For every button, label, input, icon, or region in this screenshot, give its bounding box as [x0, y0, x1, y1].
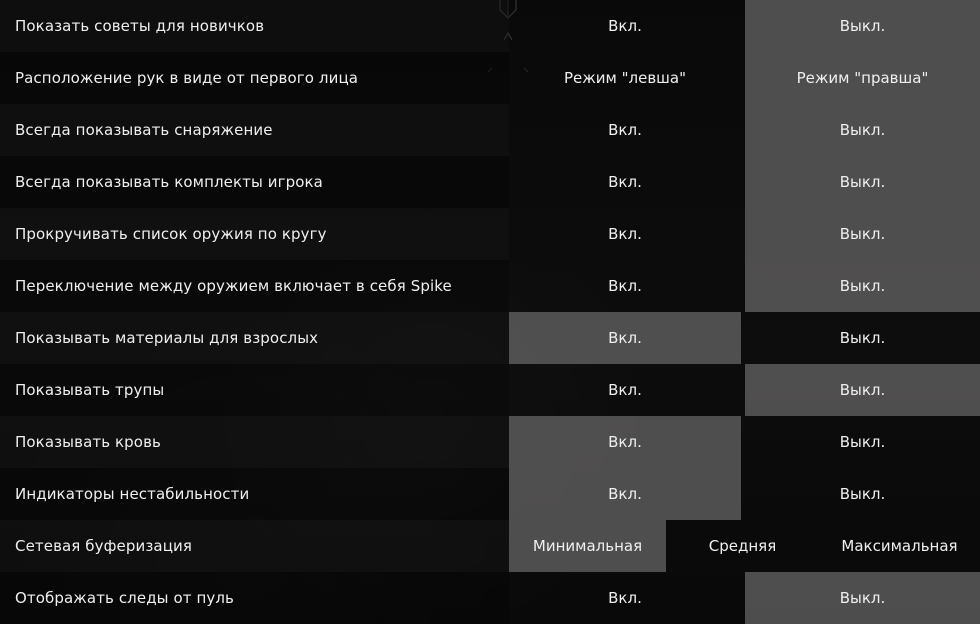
setting-label: Показывать трупы — [0, 364, 509, 416]
option-on-button[interactable]: Вкл. — [509, 364, 741, 416]
option-off-button[interactable]: Выкл. — [745, 260, 980, 312]
setting-row-newbie-tips: Показать советы для новичков Вкл. Выкл. — [0, 0, 980, 52]
setting-row-show-corpses: Показывать трупы Вкл. Выкл. — [0, 364, 980, 416]
option-off-button[interactable]: Выкл. — [745, 0, 980, 52]
option-off-button[interactable]: Выкл. — [745, 572, 980, 624]
setting-row-cycle-weapons: Прокручивать список оружия по кругу Вкл.… — [0, 208, 980, 260]
option-on-button[interactable]: Вкл. — [509, 260, 741, 312]
setting-label: Переключение между оружием включает в се… — [0, 260, 509, 312]
option-off-button[interactable]: Выкл. — [745, 104, 980, 156]
setting-label: Всегда показывать снаряжение — [0, 104, 509, 156]
option-on-button[interactable]: Вкл. — [509, 468, 741, 520]
option-minimal-button[interactable]: Минимальная — [509, 520, 666, 572]
option-maximal-button[interactable]: Максимальная — [819, 520, 980, 572]
option-on-button[interactable]: Вкл. — [509, 208, 741, 260]
option-off-button[interactable]: Выкл. — [745, 156, 980, 208]
setting-label: Всегда показывать комплекты игрока — [0, 156, 509, 208]
setting-label: Прокручивать список оружия по кругу — [0, 208, 509, 260]
setting-row-network-buffering: Сетевая буферизация Минимальная Средняя … — [0, 520, 980, 572]
setting-label: Показать советы для новичков — [0, 0, 509, 52]
option-on-button[interactable]: Вкл. — [509, 572, 741, 624]
option-off-button[interactable]: Выкл. — [745, 416, 980, 468]
settings-list: Показать советы для новичков Вкл. Выкл. … — [0, 0, 980, 624]
setting-label: Индикаторы нестабильности — [0, 468, 509, 520]
setting-row-show-player-loadouts: Всегда показывать комплекты игрока Вкл. … — [0, 156, 980, 208]
setting-row-mature-content: Показывать материалы для взрослых Вкл. В… — [0, 312, 980, 364]
option-off-button[interactable]: Выкл. — [745, 468, 980, 520]
option-on-button[interactable]: Вкл. — [509, 312, 741, 364]
setting-row-weapon-switch-spike: Переключение между оружием включает в се… — [0, 260, 980, 312]
setting-row-show-blood: Показывать кровь Вкл. Выкл. — [0, 416, 980, 468]
setting-label: Расположение рук в виде от первого лица — [0, 52, 509, 104]
option-on-button[interactable]: Вкл. — [509, 156, 741, 208]
setting-row-handedness: Расположение рук в виде от первого лица … — [0, 52, 980, 104]
option-on-button[interactable]: Вкл. — [509, 104, 741, 156]
option-off-button[interactable]: Выкл. — [745, 208, 980, 260]
setting-row-bullet-tracers: Отображать следы от пуль Вкл. Выкл. — [0, 572, 980, 624]
setting-label: Отображать следы от пуль — [0, 572, 509, 624]
option-medium-button[interactable]: Средняя — [666, 520, 819, 572]
option-on-button[interactable]: Вкл. — [509, 0, 741, 52]
setting-label: Показывать кровь — [0, 416, 509, 468]
option-left-hand-button[interactable]: Режим "левша" — [509, 52, 741, 104]
option-on-button[interactable]: Вкл. — [509, 416, 741, 468]
setting-row-show-gear: Всегда показывать снаряжение Вкл. Выкл. — [0, 104, 980, 156]
setting-label: Показывать материалы для взрослых — [0, 312, 509, 364]
setting-row-network-indicators: Индикаторы нестабильности Вкл. Выкл. — [0, 468, 980, 520]
option-off-button[interactable]: Выкл. — [745, 364, 980, 416]
option-off-button[interactable]: Выкл. — [745, 312, 980, 364]
option-right-hand-button[interactable]: Режим "правша" — [745, 52, 980, 104]
setting-label: Сетевая буферизация — [0, 520, 509, 572]
